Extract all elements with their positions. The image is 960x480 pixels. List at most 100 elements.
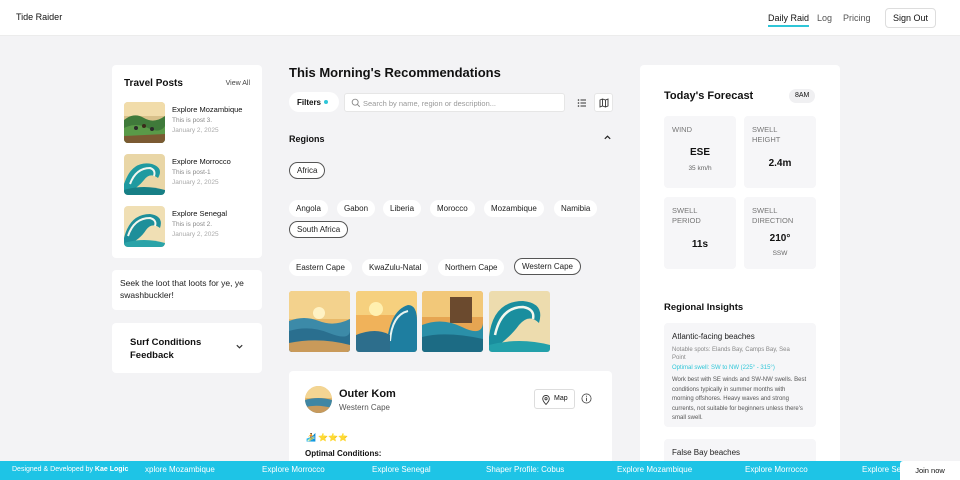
filters-active-dot <box>324 100 328 104</box>
spot-region: Western Cape <box>339 403 390 412</box>
nav-daily-raid[interactable]: Daily Raid <box>768 13 810 27</box>
stat-value: 11s <box>691 239 709 250</box>
feedback-title: Surf Conditions Feedback <box>130 337 202 361</box>
post-thumbnail-image <box>124 154 165 195</box>
ticker-item[interactable]: Explore Senegal <box>372 465 431 474</box>
stat-wind: WIND ESE 35 km/h <box>664 116 736 188</box>
credit-prefix: Designed & Developed by <box>12 466 93 473</box>
pirate-quote-text: Seek the loot that loots for ye, ye swas… <box>120 278 244 300</box>
stat-swell-direction: SWELL DIRECTION 210° SSW <box>744 197 816 269</box>
stat-swell-period: SWELL PERIOD 11s <box>664 197 736 269</box>
post-title: Explore Senegal <box>172 209 228 218</box>
search-box[interactable] <box>344 93 565 112</box>
post-item[interactable]: Explore Senegal This is post 2. January … <box>124 206 254 248</box>
search-icon <box>351 98 361 108</box>
ticker-item[interactable]: Shaper Profile: Cobus <box>486 465 564 474</box>
map-icon <box>599 97 608 108</box>
post-title: Explore Morrocco <box>172 157 231 166</box>
pirate-quote-card: Seek the loot that loots for ye, ye swas… <box>112 270 262 310</box>
travel-posts-title: Travel Posts <box>124 78 183 89</box>
chip-province-kwazulu-natal[interactable]: KwaZulu-Natal <box>362 259 429 276</box>
list-icon <box>577 98 586 107</box>
chip-province-western-cape[interactable]: Western Cape <box>514 258 581 275</box>
spot-rating-stars: 🏄 ⭐⭐⭐ <box>306 433 349 442</box>
join-now-button[interactable]: Join now <box>900 461 960 480</box>
map-pin-icon <box>542 395 550 405</box>
surf-feedback-card[interactable]: Surf Conditions Feedback <box>112 323 262 373</box>
stat-label: SWELL DIRECTION <box>752 206 794 225</box>
ticker-item[interactable]: Explore Se <box>862 465 901 474</box>
stat-sub: SSW <box>772 250 788 257</box>
chip-country-liberia[interactable]: Liberia <box>383 200 422 217</box>
insight-description: Work best with SE winds and SW-NW swells… <box>672 377 807 421</box>
nav-log[interactable]: Log <box>817 13 832 23</box>
surf-image-thumbnail[interactable] <box>422 291 483 352</box>
chip-country-gabon[interactable]: Gabon <box>337 200 376 217</box>
chip-country-mozambique[interactable]: Mozambique <box>484 200 544 217</box>
insight-card: Atlantic-facing beaches Notable spots: E… <box>664 323 816 427</box>
stat-sub: 35 km/h <box>688 165 712 172</box>
chip-country-namibia[interactable]: Namibia <box>554 200 598 217</box>
stat-swell-height: SWELL HEIGHT 2.4m <box>744 116 816 188</box>
insight-name: Atlantic-facing beaches <box>672 332 755 341</box>
filters-button[interactable]: Filters <box>289 92 339 112</box>
insight-name: False Bay beaches <box>672 448 741 457</box>
brand-logo[interactable]: Tide Raider <box>16 12 62 22</box>
forecast-card: Today's Forecast 8AM WIND ESE 35 km/h SW… <box>640 65 840 465</box>
chip-province-northern-cape[interactable]: Northern Cape <box>438 259 505 276</box>
filters-label: Filters <box>297 98 322 107</box>
chip-country-south-africa[interactable]: South Africa <box>289 221 349 238</box>
post-date: January 2, 2025 <box>172 231 219 238</box>
stat-label: WIND <box>672 125 692 134</box>
post-excerpt: This is post 2. <box>172 221 213 228</box>
post-thumbnail-image <box>124 206 165 247</box>
insight-optimal-swell: Optimal swell: SW to NW (225° - 315°) <box>672 365 775 371</box>
insight-notable-spots: Notable spots: Elands Bay, Camps Bay, Se… <box>672 347 790 361</box>
map-view-button[interactable] <box>594 93 613 112</box>
forecast-time-badge: 8AM <box>789 89 816 103</box>
surf-image-thumbnail[interactable] <box>356 291 417 352</box>
post-date: January 2, 2025 <box>172 179 219 186</box>
page-title: This Morning's Recommendations <box>289 65 501 80</box>
travel-posts-card: Travel Posts View All Explore Mozambique… <box>112 65 262 258</box>
chip-province-eastern-cape[interactable]: Eastern Cape <box>289 259 352 276</box>
credit-name[interactable]: Kae Logic <box>95 466 128 473</box>
post-item[interactable]: Explore Mozambique This is post 3. Janua… <box>124 102 254 144</box>
spot-name: Outer Kom <box>339 388 396 400</box>
ticker-item[interactable]: xplore Mozambique <box>145 465 215 474</box>
info-icon[interactable] <box>581 393 592 404</box>
optimal-conditions-heading: Optimal Conditions: <box>305 449 382 458</box>
chip-continent-africa[interactable]: Africa <box>289 162 326 179</box>
sign-out-button[interactable]: Sign Out <box>885 8 936 28</box>
post-excerpt: This is post-1 <box>172 169 211 176</box>
ticker-item[interactable]: Explore Morrocco <box>745 465 808 474</box>
credit-text: Designed & Developed by Kae Logic <box>12 466 128 473</box>
map-button[interactable]: Map <box>534 389 575 409</box>
post-item[interactable]: Explore Morrocco This is post-1 January … <box>124 154 254 196</box>
regional-insights-title: Regional Insights <box>664 302 744 313</box>
nav-pricing[interactable]: Pricing <box>843 13 871 23</box>
forecast-title: Today's Forecast <box>664 90 754 102</box>
view-all-link[interactable]: View All <box>226 80 250 87</box>
post-excerpt: This is post 3. <box>172 117 213 124</box>
post-title: Explore Mozambique <box>172 105 243 114</box>
chevron-down-icon[interactable] <box>235 342 244 351</box>
post-date: January 2, 2025 <box>172 127 219 134</box>
chip-country-angola[interactable]: Angola <box>289 200 328 217</box>
ticker-item[interactable]: Explore Morrocco <box>262 465 325 474</box>
spot-avatar <box>305 386 332 413</box>
top-navigation-bar: Tide Raider Daily Raid Log Pricing Sign … <box>0 0 960 36</box>
news-ticker: Designed & Developed by Kae Logic xplore… <box>0 461 960 480</box>
regions-heading: Regions <box>289 134 325 144</box>
surf-image-thumbnail[interactable] <box>289 291 350 352</box>
ticker-item[interactable]: Explore Mozambique <box>617 465 692 474</box>
map-button-label: Map <box>554 395 568 402</box>
chevron-up-icon[interactable] <box>603 133 612 142</box>
search-input[interactable] <box>363 96 561 110</box>
chip-country-morocco[interactable]: Morocco <box>430 200 475 217</box>
surf-image-thumbnail[interactable] <box>489 291 550 352</box>
stat-value: 2.4m <box>768 158 792 169</box>
stat-label: SWELL PERIOD <box>672 206 701 225</box>
list-view-button[interactable] <box>572 93 591 112</box>
post-thumbnail-image <box>124 102 165 143</box>
